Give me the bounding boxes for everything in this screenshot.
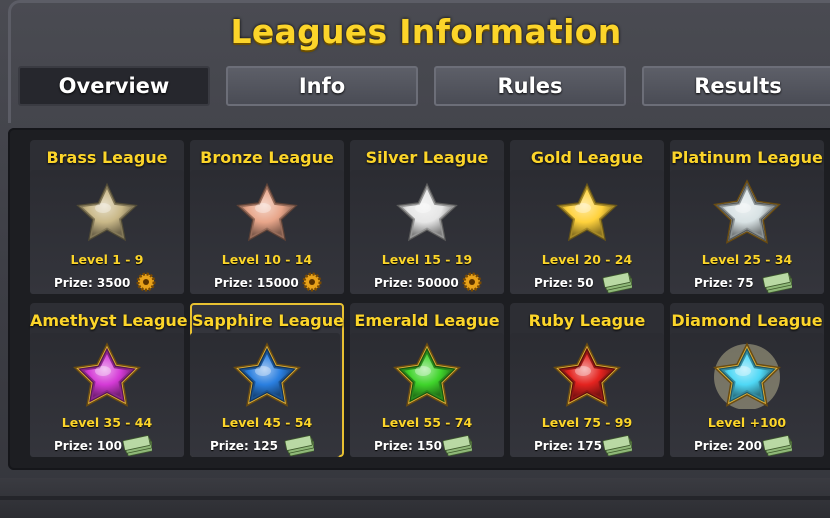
bottom-divider — [0, 496, 830, 500]
cash-stack-icon — [762, 272, 792, 293]
league-name: Gold League — [530, 148, 644, 167]
tab-rules[interactable]: Rules — [434, 66, 626, 106]
cash-stack-icon — [602, 435, 632, 456]
league-level-range: Level 20 - 24 — [541, 252, 633, 267]
league-prize: Prize: 3500 — [54, 276, 131, 290]
cash-stack-icon — [442, 435, 472, 456]
league-card-ruby[interactable]: Ruby League Level 75 - 99 Prize: 175 — [510, 303, 664, 457]
league-prize: Prize: 75 — [694, 276, 754, 290]
league-name: Brass League — [46, 148, 168, 167]
league-level-range: Level +100 — [707, 415, 787, 430]
league-card-silver[interactable]: Silver League Level 15 - 19 Prize: 50000 — [350, 140, 504, 294]
league-level-range: Level 55 - 74 — [381, 415, 473, 430]
league-star-icon — [713, 179, 781, 244]
league-level-range: Level 35 - 44 — [61, 415, 153, 430]
league-star-icon — [713, 342, 781, 409]
page-title: Leagues Information — [230, 12, 622, 51]
league-prize: Prize: 100 — [54, 439, 122, 453]
league-name: Bronze League — [200, 148, 334, 167]
league-card-diamond[interactable]: Diamond League Level +100 Prize: 200 — [670, 303, 824, 457]
league-star-icon — [393, 342, 461, 407]
league-star-icon — [236, 182, 298, 242]
league-name: Sapphire League — [192, 311, 344, 330]
league-prize: Prize: 150 — [374, 439, 442, 453]
league-level-range: Level 25 - 34 — [701, 252, 793, 267]
tab-info[interactable]: Info — [226, 66, 418, 106]
league-level-range: Level 75 - 99 — [541, 415, 633, 430]
league-card-gold[interactable]: Gold League Level 20 - 24 Prize: 50 — [510, 140, 664, 294]
league-name: Ruby League — [528, 311, 646, 330]
gear-coin-icon — [302, 272, 322, 292]
league-prize: Prize: 50 — [534, 276, 594, 290]
league-card-emerald[interactable]: Emerald League Level 55 - 74 Prize: 150 — [350, 303, 504, 457]
league-card-sapphire[interactable]: Sapphire League Level 45 - 54 Prize: 125 — [190, 303, 344, 457]
tab-bar: Overview Info Rules Results — [18, 66, 830, 108]
league-name: Amethyst League — [30, 311, 188, 330]
league-level-range: Level 15 - 19 — [381, 252, 473, 267]
league-prize: Prize: 15000 — [214, 276, 299, 290]
league-star-icon — [76, 182, 138, 242]
cash-stack-icon — [284, 435, 314, 456]
league-star-icon — [233, 342, 301, 407]
league-star-icon — [553, 342, 621, 407]
gear-coin-icon — [462, 272, 482, 292]
league-prize: Prize: 125 — [210, 439, 278, 453]
league-prize: Prize: 200 — [694, 439, 762, 453]
cash-stack-icon — [762, 435, 792, 456]
cash-stack-icon — [122, 435, 152, 456]
league-level-range: Level 45 - 54 — [221, 415, 313, 430]
league-prize: Prize: 175 — [534, 439, 602, 453]
gear-coin-icon — [136, 272, 156, 292]
league-card-bronze[interactable]: Bronze League Level 10 - 14 Prize: 15000 — [190, 140, 344, 294]
league-name: Silver League — [365, 148, 489, 167]
league-card-amethyst[interactable]: Amethyst League Level 35 - 44 Prize: 100 — [30, 303, 188, 457]
league-name: Platinum League — [671, 148, 823, 167]
tab-overview[interactable]: Overview — [18, 66, 210, 106]
league-name: Diamond League — [671, 311, 823, 330]
league-level-range: Level 1 - 9 — [70, 252, 144, 267]
league-prize: Prize: 50000 — [374, 276, 459, 290]
league-level-range: Level 10 - 14 — [221, 252, 313, 267]
league-name: Emerald League — [354, 311, 500, 330]
league-star-icon — [396, 182, 458, 242]
league-star-icon — [556, 182, 618, 242]
league-star-icon — [73, 342, 141, 407]
cash-stack-icon — [602, 272, 632, 293]
league-card-platinum[interactable]: Platinum League Level 25 - 34 Prize: 75 — [670, 140, 824, 294]
tab-results[interactable]: Results — [642, 66, 830, 106]
league-card-brass[interactable]: Brass League Level 1 - 9 Prize: 3500 — [30, 140, 184, 294]
